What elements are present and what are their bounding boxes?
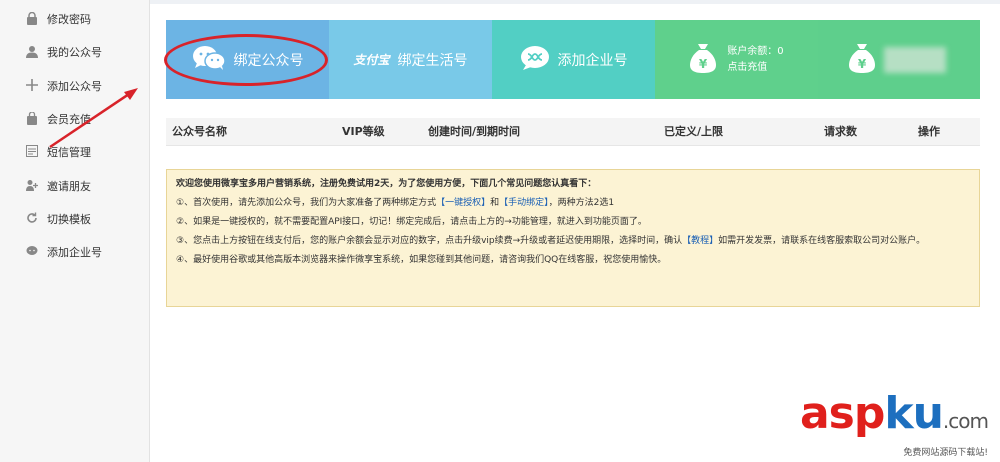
notice-item: ②、如果是一键授权的，就不需要配置API接口，切记！绑定完成后，请点击上方的→功… — [176, 217, 647, 227]
alipay-logo-icon: 支付宝 — [353, 53, 390, 67]
column-header: 创建时间/到期时间 — [422, 118, 658, 146]
accounts-table: 公众号名称 VIP等级 创建时间/到期时间 已定义/上限 请求数 操作 — [166, 118, 980, 146]
table-header-row: 公众号名称 VIP等级 创建时间/到期时间 已定义/上限 请求数 操作 — [166, 118, 980, 146]
help-notice: 欢迎您使用微享宝多用户营销系统，注册免费试用2天，为了您使用方便，下面几个常见问… — [166, 169, 980, 307]
column-header: 公众号名称 — [166, 118, 312, 146]
bind-public-account-label: 绑定公众号 — [233, 52, 304, 69]
account-balance-text: 账户余额：0 — [727, 45, 784, 57]
sidebar-item-label: 切换模板 — [47, 213, 91, 226]
top-border — [150, 0, 1000, 4]
watermark-subtitle: 免费网站源码下载站! — [903, 448, 988, 458]
notice-title: 欢迎您使用微享宝多用户营销系统，注册免费试用2天，为了您使用方便，下面几个常见问… — [176, 179, 597, 189]
notice-text: 如需开发发票，请联系在线客服索取公司对公账户。 — [718, 236, 926, 246]
column-header: 已定义/上限 — [658, 118, 818, 146]
manual-bind-link[interactable]: 【手动绑定】 — [499, 198, 549, 208]
notice-text: 和 — [490, 198, 500, 208]
notice-text: ①、首次使用，请先添加公众号，我们为大家准备了两种绑定方式 — [176, 198, 437, 208]
bind-life-account-card[interactable]: 支付宝 绑定生活号 — [329, 20, 492, 99]
notice-text: ③、您点击上方按钮在线支付后，您的账户余额会显示对应的数字，点击升级vip续费→… — [176, 236, 683, 246]
account-balance-card[interactable]: ¥ 账户余额：0 点击充值 — [655, 20, 818, 99]
sidebar-item-switch-template[interactable]: 切换模板 — [0, 204, 150, 234]
watermark-logo: aspku.com — [800, 392, 989, 443]
blurred-region — [884, 46, 946, 73]
enterprise-chat-icon — [520, 45, 550, 75]
blurred-card[interactable]: ¥ — [818, 20, 980, 99]
watermark-asp: asp — [799, 388, 885, 439]
watermark-ku: ku — [884, 388, 944, 439]
watermark-com: .com — [942, 409, 989, 433]
svg-text:¥: ¥ — [699, 57, 708, 71]
sidebar-item-add-enterprise[interactable]: 添加企业号 — [0, 237, 150, 267]
notice-text: ，两种方法2选1 — [548, 198, 615, 208]
recharge-link[interactable]: 点击充值 — [727, 60, 783, 76]
notice-item: ③、您点击上方按钮在线支付后，您的账户余额会显示对应的数字，点击升级vip续费→… — [176, 235, 970, 248]
notice-item: ①、首次使用，请先添加公众号，我们为大家准备了两种绑定方式【一键授权】和【手动绑… — [176, 197, 970, 210]
money-bag-icon: ¥ — [848, 42, 876, 78]
add-enterprise-label: 添加企业号 — [557, 52, 628, 69]
bind-life-account-label: 绑定生活号 — [397, 52, 468, 69]
sidebar-item-label: 添加企业号 — [47, 246, 102, 259]
add-enterprise-card[interactable]: 添加企业号 — [492, 20, 655, 99]
chat-icon — [25, 245, 39, 259]
money-bag-icon: ¥ — [689, 42, 717, 78]
svg-text:¥: ¥ — [858, 57, 867, 71]
tutorial-link[interactable]: 【教程】 — [682, 236, 718, 246]
column-header: VIP等级 — [312, 118, 422, 146]
wechat-icon — [192, 45, 226, 75]
refresh-icon — [25, 212, 39, 226]
one-click-auth-link[interactable]: 【一键授权】 — [436, 198, 490, 208]
column-header: 请求数 — [818, 118, 912, 146]
bind-public-account-card[interactable]: 绑定公众号 — [166, 20, 329, 99]
column-header: 操作 — [912, 118, 980, 146]
notice-item: ④、最好使用谷歌或其他高版本浏览器来操作微享宝系统，如果您碰到其他问题，请咨询我… — [176, 255, 667, 265]
site-watermark: aspku.com 免费网站源码下载站! — [800, 392, 989, 459]
